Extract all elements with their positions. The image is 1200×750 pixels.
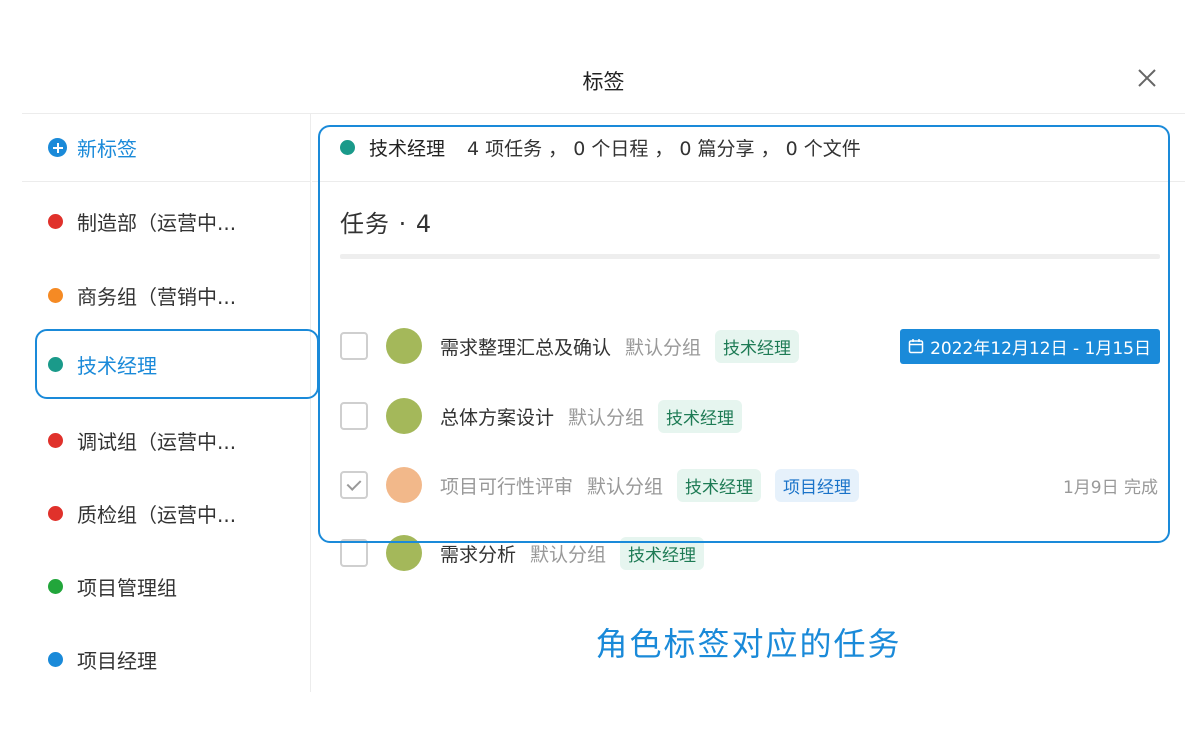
sidebar-item-tag[interactable]: 调试组（运营中... [22, 410, 310, 470]
task-group: 默认分组 [530, 543, 607, 566]
new-tag-label: 新标签 [77, 137, 137, 161]
plus-circle-icon [48, 138, 67, 157]
tag-name: 质检组（运营中... [77, 502, 237, 527]
sidebar-item-tag[interactable]: 项目管理组 [22, 556, 310, 616]
task-title[interactable]: 需求分析 [440, 540, 516, 567]
tag-sidebar: 新标签 制造部（运营中... 商务组（营销中... 技术经理 调试组（运营中..… [22, 114, 319, 692]
annotation-caption: 角色标签对应的任务 [595, 625, 902, 663]
tag-color-dot [48, 578, 63, 594]
tag-name: 调试组（运营中... [77, 429, 237, 454]
tag-color-dot [48, 356, 63, 372]
tag-color-dot [48, 432, 63, 448]
new-tag-button[interactable]: 新标签 [22, 114, 310, 182]
tag-color-dot [48, 213, 63, 229]
sidebar-item-tag[interactable]: 项目经理 [22, 629, 310, 689]
task-checkbox[interactable] [340, 539, 368, 567]
sidebar-item-tag[interactable]: 制造部（运营中... [22, 191, 310, 251]
tag-name: 项目管理组 [77, 575, 177, 600]
tag-color-dot [48, 287, 63, 303]
tag-dialog: 标签 新标签 制造部（运营中... 商务组（营销中... 技术经理 调试组（运营… [22, 42, 1185, 692]
highlight-frame [318, 125, 1170, 543]
tag-detail-panel: 技术经理 4 项任务 ， 0 个日程 ， 0 篇分享 ， 0 个文件 任务 · … [312, 114, 1185, 692]
sidebar-item-tag-active[interactable]: 技术经理 [35, 329, 319, 399]
sidebar-item-tag[interactable]: 商务组（营销中... [22, 265, 310, 325]
tag-name: 技术经理 [77, 353, 157, 378]
tag-color-dot [48, 505, 63, 521]
dialog-title: 标签 [582, 70, 625, 94]
close-icon[interactable] [1135, 66, 1159, 90]
tag-name: 商务组（营销中... [77, 284, 237, 309]
dialog-header: 标签 [22, 42, 1185, 114]
tag-name: 项目经理 [77, 648, 157, 673]
sidebar-item-tag[interactable]: 质检组（运营中... [22, 483, 310, 543]
tag-name: 制造部（运营中... [77, 210, 237, 235]
tag-color-dot [48, 651, 63, 667]
